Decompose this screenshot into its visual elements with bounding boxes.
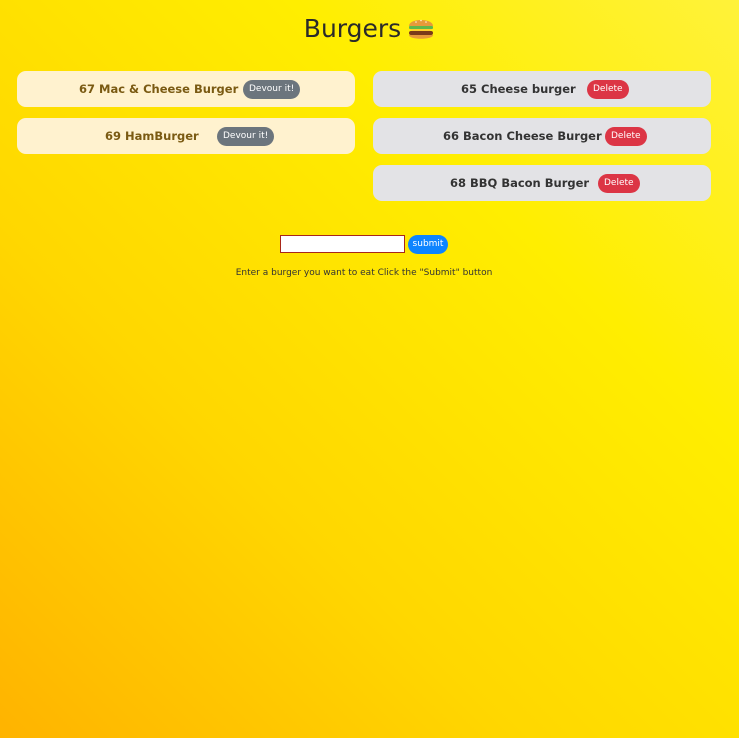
page-title: Burgers <box>0 14 739 43</box>
devour-button[interactable]: Devour it! <box>243 80 301 99</box>
uneaten-burgers-list: 67 Mac & Cheese Burger Devour it! 69 Ham… <box>17 71 355 165</box>
burger-label: 67 Mac & Cheese Burger <box>79 82 239 96</box>
page-title-text: Burgers <box>303 14 402 43</box>
burger-label: 65 Cheese burger <box>461 82 576 96</box>
burger-card: 65 Cheese burger Delete <box>373 71 711 107</box>
devoured-burgers-list: 65 Cheese burger Delete 66 Bacon Cheese … <box>373 71 711 212</box>
burger-card: 66 Bacon Cheese Burger Delete <box>373 118 711 154</box>
delete-button[interactable]: Delete <box>605 127 647 146</box>
burger-label: 66 Bacon Cheese Burger <box>443 129 602 143</box>
burger-label: 68 BBQ Bacon Burger <box>450 176 590 190</box>
hamburger-icon <box>409 19 434 39</box>
devour-button[interactable]: Devour it! <box>217 127 275 146</box>
delete-button[interactable]: Delete <box>598 174 640 193</box>
instructions-text: Enter a burger you want to eat Click the… <box>235 268 493 278</box>
submit-button[interactable]: submit <box>408 235 448 254</box>
burger-card: 69 HamBurger Devour it! <box>17 118 355 154</box>
burger-card: 68 BBQ Bacon Burger Delete <box>373 165 711 201</box>
delete-button[interactable]: Delete <box>587 80 629 99</box>
burger-name-input[interactable] <box>280 235 405 253</box>
burger-label: 69 HamBurger <box>105 129 199 143</box>
burger-card: 67 Mac & Cheese Burger Devour it! <box>17 71 355 107</box>
